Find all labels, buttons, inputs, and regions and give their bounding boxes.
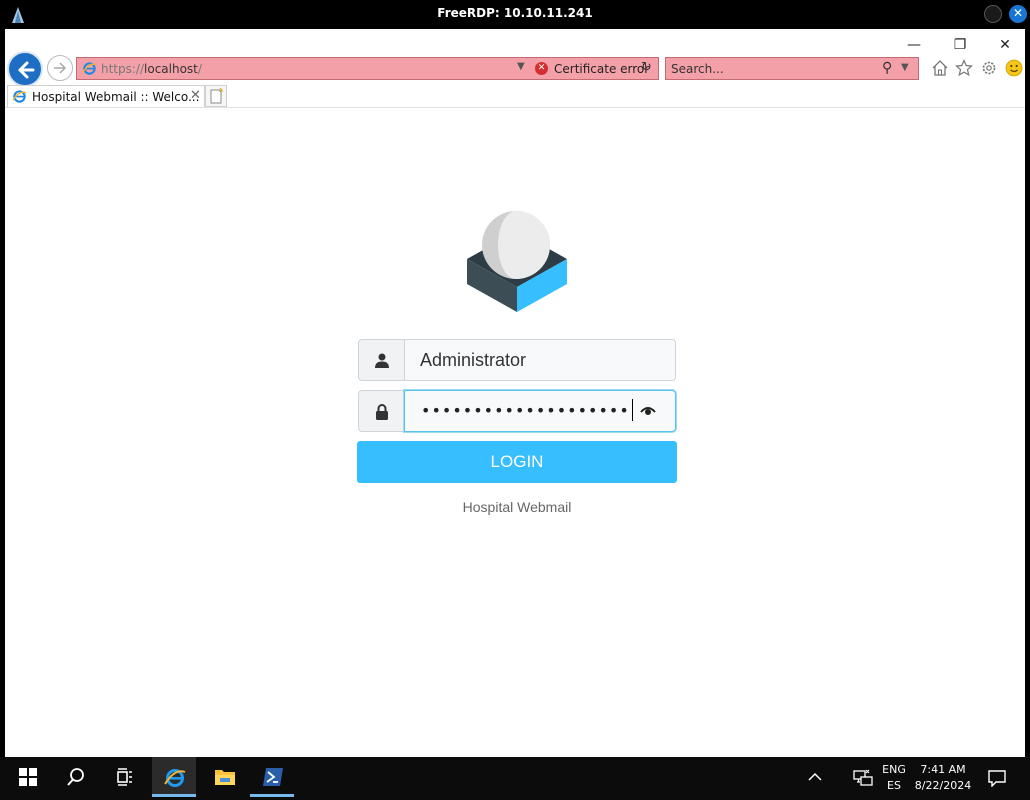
lock-icon <box>376 404 388 420</box>
eye-icon[interactable] <box>640 403 656 417</box>
search-icon[interactable]: ⚲ <box>882 60 892 76</box>
remote-desktop: — ❐ ✕ https://localhost/ ▼ ✕ Certificate… <box>5 29 1025 757</box>
tab-label: Hospital Webmail :: Welco... <box>32 90 200 104</box>
favorites-icon[interactable] <box>955 59 973 77</box>
taskbar-search-button[interactable] <box>54 757 98 797</box>
username-field <box>358 339 676 381</box>
login-button[interactable]: LOGIN <box>357 441 677 483</box>
chrome-divider <box>5 107 1025 108</box>
back-button[interactable] <box>7 51 43 87</box>
rdp-close-button[interactable]: ✕ <box>1009 5 1027 23</box>
new-tab-button[interactable] <box>205 85 227 107</box>
address-bar[interactable]: https://localhost/ ▼ ✕ Certificate error… <box>76 57 659 80</box>
rdp-minimize-button[interactable] <box>984 5 1002 23</box>
taskbar: ENG ES 7:41 AM 8/22/2024 <box>0 757 1030 800</box>
internet-explorer-icon <box>82 62 97 75</box>
clock-date: 8/22/2024 <box>914 779 972 792</box>
url-host: localhost <box>144 62 198 76</box>
rdp-window-title: FreeRDP: 10.10.11.241 <box>437 6 593 20</box>
webmail-footer-label: Hospital Webmail <box>462 499 572 515</box>
chevron-up-icon[interactable] <box>806 769 824 785</box>
url-scheme: https:// <box>101 62 145 76</box>
username-input[interactable] <box>404 339 676 381</box>
url-path: / <box>197 62 202 76</box>
internet-explorer-icon <box>164 769 186 787</box>
roundcube-logo <box>467 211 567 312</box>
start-icon <box>19 768 37 786</box>
password-field: •••••••••••••••••••• <box>358 390 676 432</box>
password-input[interactable] <box>404 390 676 432</box>
taskbar-powershell[interactable] <box>250 757 294 797</box>
language-code: ENG <box>882 763 906 776</box>
feedback-smiley-icon[interactable] <box>1005 59 1023 77</box>
search-dropdown-icon[interactable]: ▼ <box>901 62 909 73</box>
close-button[interactable]: ✕ <box>997 37 1013 53</box>
restore-button[interactable]: ❐ <box>952 37 968 53</box>
internet-explorer-icon <box>12 90 27 103</box>
new-tab-icon <box>210 87 223 104</box>
file-explorer-icon <box>215 770 235 785</box>
taskbar-internet-explorer[interactable] <box>152 757 196 797</box>
minimize-button[interactable]: — <box>906 37 922 53</box>
refresh-icon[interactable]: ↻ <box>641 60 652 75</box>
password-addon <box>358 390 405 432</box>
tab-hospital-webmail[interactable]: Hospital Webmail :: Welco... ✕ <box>7 85 205 107</box>
search-icon <box>67 768 84 786</box>
clock-time: 7:41 AM <box>920 763 966 776</box>
tab-close-icon[interactable]: ✕ <box>190 88 201 103</box>
system-clock[interactable]: 7:41 AM 8/22/2024 <box>912 762 974 794</box>
task-view-icon <box>117 768 132 786</box>
home-icon[interactable] <box>931 59 949 77</box>
user-icon <box>375 353 389 368</box>
taskbar-file-explorer[interactable] <box>202 757 246 797</box>
task-view-button[interactable] <box>103 757 147 797</box>
powershell-icon <box>263 768 283 786</box>
search-input[interactable] <box>671 61 871 77</box>
gear-icon[interactable] <box>980 59 998 77</box>
rdp-titlebar: FreeRDP: 10.10.11.241 ✕ <box>0 0 1030 29</box>
keyboard-layout: ES <box>887 779 901 792</box>
network-icon[interactable] <box>853 769 873 787</box>
address-url[interactable]: https://localhost/ <box>101 62 202 76</box>
forward-button[interactable] <box>47 55 73 81</box>
notification-center-icon[interactable] <box>987 769 1007 787</box>
input-language[interactable]: ENG ES <box>879 762 909 794</box>
certificate-error-icon[interactable]: ✕ <box>535 62 548 75</box>
forward-arrow-icon <box>54 62 67 74</box>
start-button[interactable] <box>6 757 50 797</box>
address-dropdown-icon[interactable]: ▼ <box>517 61 525 72</box>
search-box[interactable]: ⚲ ▼ <box>665 57 919 80</box>
username-addon <box>358 339 405 381</box>
text-caret <box>632 399 633 421</box>
certificate-error-label[interactable]: Certificate error <box>554 62 649 76</box>
window-controls: — ❐ ✕ <box>5 37 1025 53</box>
back-arrow-icon <box>18 61 35 79</box>
